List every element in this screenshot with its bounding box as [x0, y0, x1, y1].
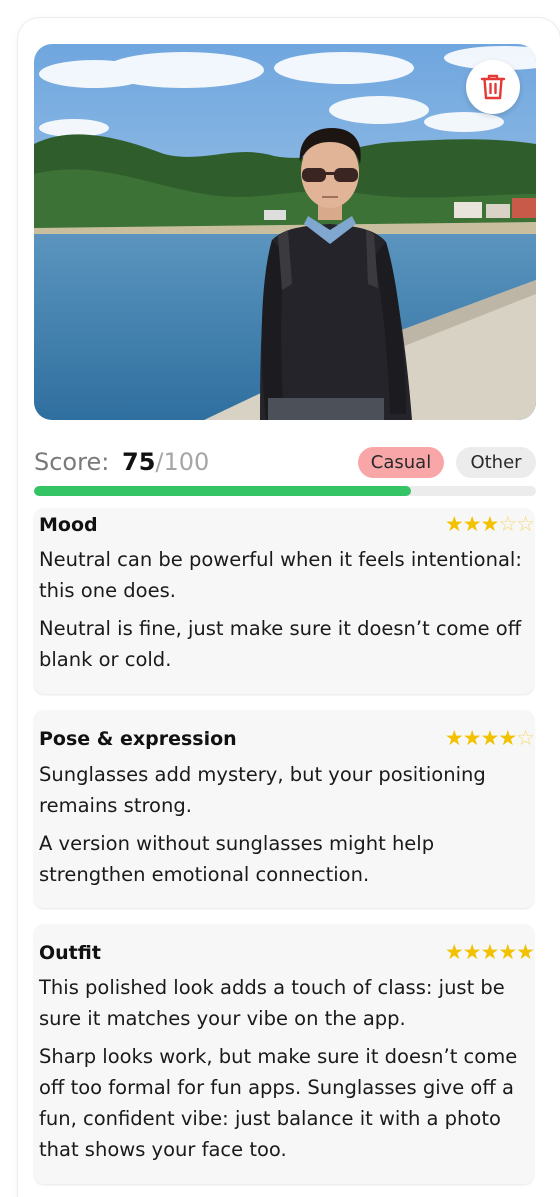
trash-icon	[480, 74, 506, 100]
star-filled-icon: ★	[498, 940, 517, 964]
star-empty-icon: ☆	[498, 512, 517, 536]
section-title: Mood	[39, 514, 98, 536]
star-filled-icon: ★	[462, 512, 482, 536]
star-empty-icon: ☆	[516, 512, 535, 536]
feedback-paragraph: Sharp looks work, but make sure it doesn…	[39, 1045, 518, 1161]
star-filled-icon: ★	[480, 512, 500, 536]
score-number: 75	[122, 448, 156, 476]
score-label: Score:	[34, 448, 110, 476]
star-filled-icon: ★	[444, 940, 464, 964]
profile-photo	[34, 44, 536, 420]
feedback-paragraph: Neutral is fine, just make sure it doesn…	[39, 617, 522, 671]
star-filled-icon: ★	[462, 940, 482, 964]
section-title: Outfit	[39, 942, 101, 964]
star-filled-icon: ★	[516, 940, 535, 964]
score-progress-fill	[34, 486, 411, 496]
star-filled-icon: ★	[480, 726, 500, 750]
star-rating: ★★★★★	[444, 940, 535, 964]
score-progress-bar	[34, 486, 536, 496]
feedback-paragraph: A version without sunglasses might help …	[39, 832, 435, 886]
section-title: Pose & expression	[39, 728, 237, 750]
star-filled-icon: ★	[480, 940, 500, 964]
feedback-section-pose-expression: Pose & expression ★★★★☆ Sunglasses add m…	[34, 710, 535, 908]
star-filled-icon: ★	[462, 726, 482, 750]
score-value: 75/100	[122, 448, 209, 476]
star-rating: ★★★★☆	[444, 726, 535, 750]
star-filled-icon: ★	[498, 726, 517, 750]
feedback-paragraph: Neutral can be powerful when it feels in…	[39, 548, 522, 602]
star-filled-icon: ★	[444, 512, 464, 536]
star-rating: ★★★☆☆	[444, 512, 535, 536]
star-empty-icon: ☆	[516, 726, 535, 750]
tag-other[interactable]: Other	[456, 447, 536, 478]
score-max: /100	[155, 448, 210, 476]
feedback-section-outfit: Outfit ★★★★★ This polished look adds a t…	[34, 924, 535, 1184]
score-row: Score: 75/100 Casual Other	[34, 446, 536, 482]
delete-photo-button[interactable]	[466, 60, 520, 114]
feedback-paragraph: This polished look adds a touch of class…	[39, 976, 505, 1030]
tag-casual[interactable]: Casual	[358, 447, 444, 478]
feedback-paragraph: Sunglasses add mystery, but your positio…	[39, 763, 486, 817]
star-filled-icon: ★	[444, 726, 464, 750]
feedback-section-mood: Mood ★★★☆☆ Neutral can be powerful when …	[34, 508, 535, 694]
